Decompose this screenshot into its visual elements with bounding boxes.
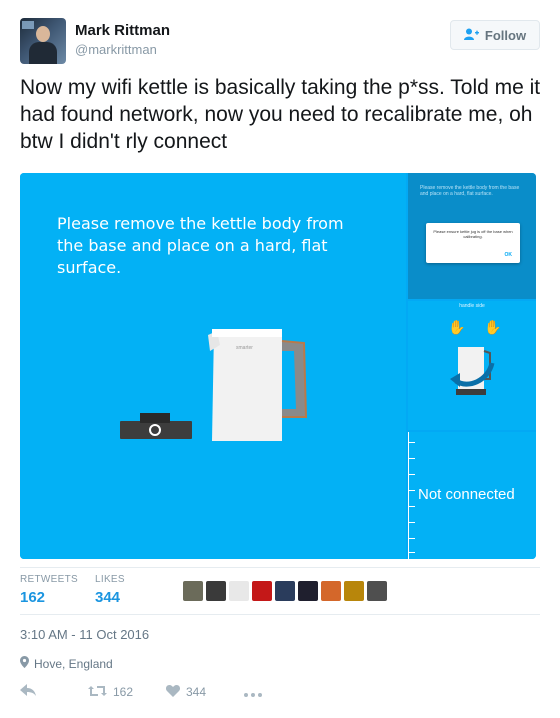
tweet-media[interactable]: Please remove the kettle body from the b… (20, 173, 536, 559)
likes-label: LIKES (95, 574, 125, 585)
tweet-location[interactable]: Hove, England (20, 656, 113, 671)
tweet-header: Mark Rittman @markrittman Follow (20, 18, 540, 64)
author-name[interactable]: Mark Rittman (75, 22, 170, 39)
liker-avatar[interactable] (321, 581, 341, 601)
reply-icon (20, 683, 36, 701)
ruler (408, 432, 409, 559)
add-user-icon (463, 28, 479, 43)
like-count: 344 (186, 685, 207, 699)
kettle-illustration (120, 329, 308, 441)
like-button[interactable]: 344 (165, 684, 244, 701)
kettle-rotate-illustration (450, 347, 495, 395)
calibration-dialog-screen: Please remove the kettle body from the b… (408, 173, 536, 299)
not-connected-label: Not connected (418, 486, 515, 503)
author-handle[interactable]: @markrittman (75, 42, 157, 57)
dialog-ok-button: OK (504, 252, 513, 258)
calibration-dialog: Please ensure kettle jug is off the base… (426, 223, 520, 263)
heart-icon (165, 684, 181, 701)
retweets-label: RETWEETS (20, 574, 78, 585)
divider (20, 567, 540, 568)
side1-instruction: Please remove the kettle body from the b… (420, 185, 520, 197)
liker-avatar[interactable] (367, 581, 387, 601)
location-pin-icon (20, 656, 29, 671)
liker-avatar[interactable] (206, 581, 226, 601)
liker-avatar[interactable] (183, 581, 203, 601)
follow-label: Follow (484, 27, 527, 43)
likes-count: 344 (95, 589, 121, 606)
likers-avatars (183, 581, 387, 601)
divider (20, 614, 540, 615)
retweet-icon (88, 684, 107, 701)
tweet-text: Now my wifi kettle is basically taking t… (20, 76, 541, 153)
calibration-screen: Please remove the kettle body from the b… (20, 173, 406, 559)
handle-side-screen: handle side ✋ ✋ (408, 301, 536, 430)
retweets-stat[interactable]: RETWEETS 162 (20, 574, 78, 606)
dialog-message: Please ensure kettle jug is off the base… (433, 229, 513, 239)
follow-button[interactable]: Follow (450, 20, 540, 50)
liker-avatar[interactable] (229, 581, 249, 601)
liker-avatar[interactable] (252, 581, 272, 601)
liker-avatar[interactable] (344, 581, 364, 601)
liker-avatar[interactable] (275, 581, 295, 601)
connection-screen: Not connected (408, 432, 536, 559)
liker-avatar[interactable] (298, 581, 318, 601)
author-avatar[interactable] (20, 18, 66, 64)
retweet-count: 162 (113, 685, 134, 699)
kettle-brand: smarter (236, 345, 253, 351)
likes-stat[interactable]: LIKES 344 (95, 574, 125, 606)
reply-button[interactable] (20, 683, 88, 701)
tweet-timestamp[interactable]: 3:10 AM - 11 Oct 2016 (20, 627, 149, 642)
retweets-count: 162 (20, 589, 46, 606)
tweet-actions: 162 344 (20, 682, 262, 702)
more-icon (244, 684, 262, 701)
retweet-button[interactable]: 162 (88, 684, 166, 701)
more-button[interactable] (244, 684, 262, 701)
location-label: Hove, England (34, 656, 113, 671)
